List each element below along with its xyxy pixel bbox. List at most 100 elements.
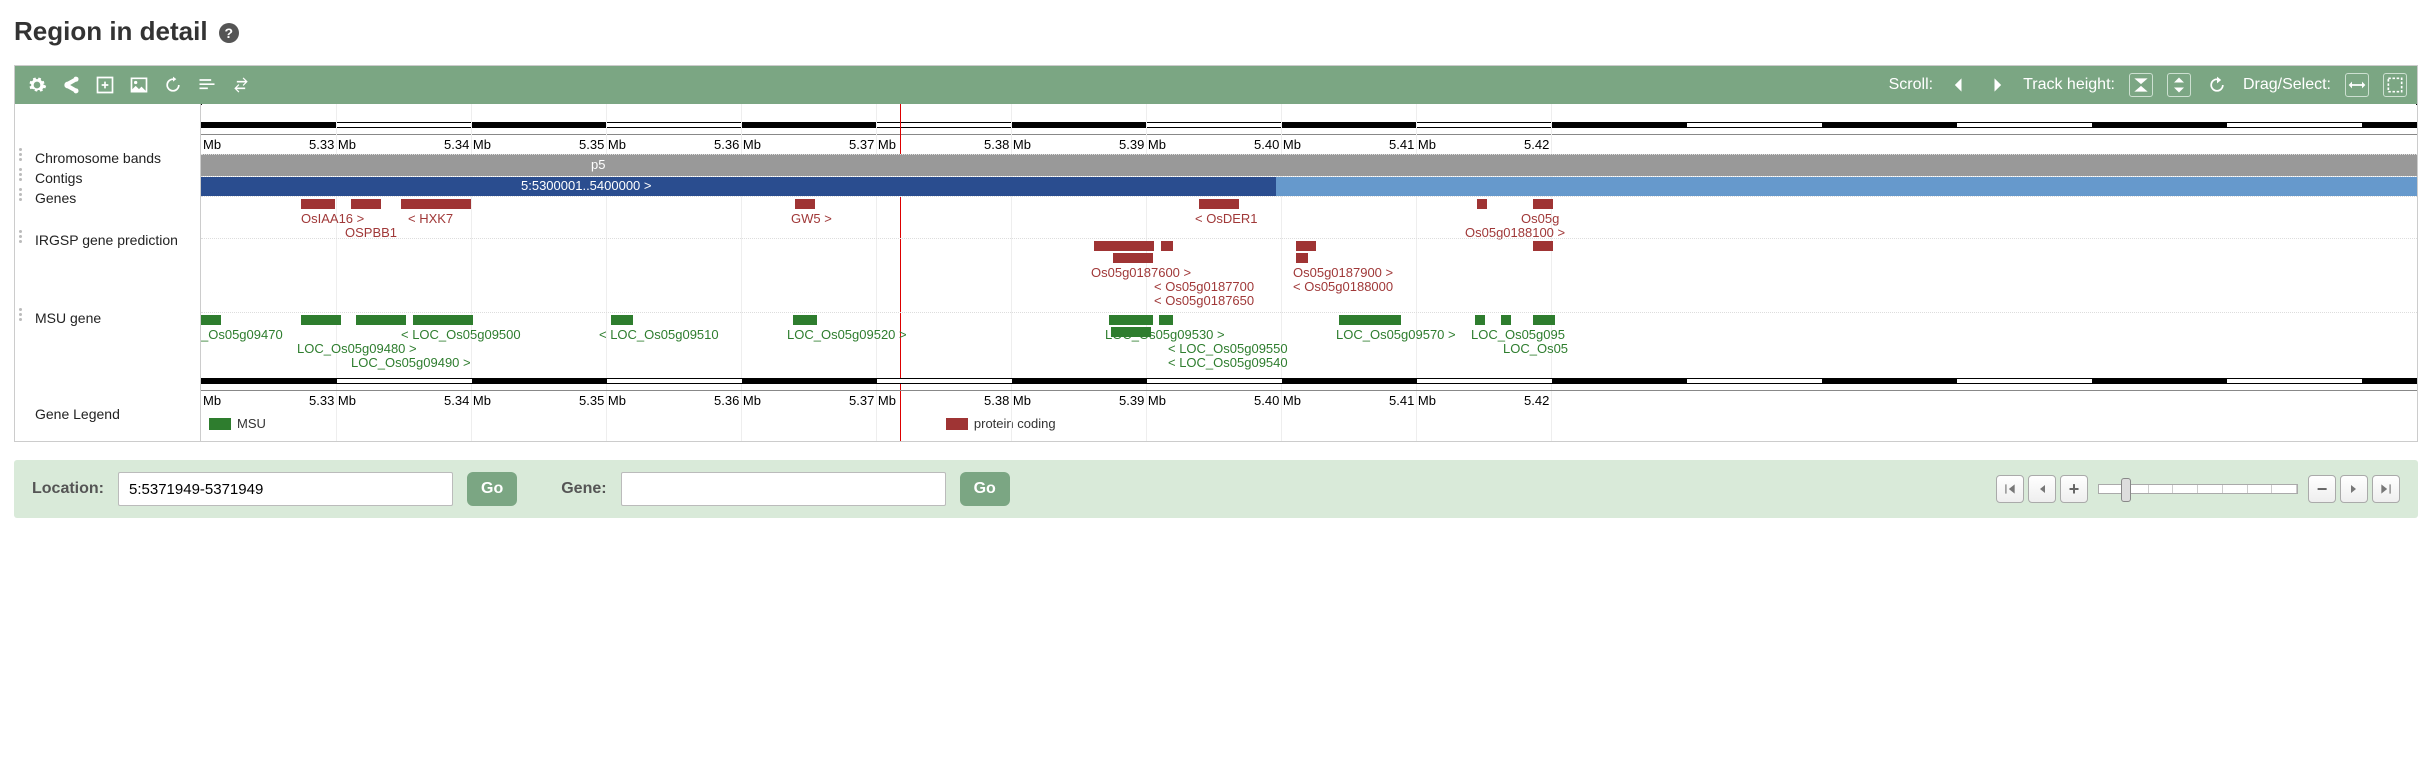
gene-feature[interactable]	[1533, 241, 1553, 251]
gene-feature[interactable]	[1501, 315, 1511, 325]
zoom-out-icon[interactable]: −	[2308, 475, 2336, 503]
collapse-tracks-icon[interactable]	[2129, 73, 2153, 97]
nav-prev-icon[interactable]	[2028, 475, 2056, 503]
tick-label: Mb	[203, 393, 221, 408]
select-mode-icon[interactable]	[2383, 73, 2407, 97]
gene-label: < OsDER1	[1195, 211, 1258, 226]
gene-input[interactable]	[621, 472, 946, 506]
legend-swatch-protein	[946, 418, 968, 430]
track-label-chromosome-bands[interactable]: Chromosome bands	[15, 148, 200, 168]
track-label-irgsp[interactable]: IRGSP gene prediction	[15, 230, 200, 250]
gene-legend: MSU protein coding	[201, 410, 2417, 441]
tick-label: 5.33 Mb	[309, 393, 356, 408]
tick-label: 5.42	[1524, 393, 1549, 408]
track-labels: Chromosome bands Contigs Genes IRGSP gen…	[15, 104, 201, 441]
tick-label: 5.40 Mb	[1254, 393, 1301, 408]
region-panel: Scroll: Track height: Drag/Select: Chrom…	[14, 65, 2418, 442]
track-label-msu[interactable]: MSU gene	[15, 308, 200, 328]
gene-feature[interactable]	[351, 199, 381, 209]
gene-feature[interactable]	[1161, 241, 1173, 251]
track-height-label: Track height:	[2023, 76, 2115, 94]
track-label-legend: Gene Legend	[15, 404, 200, 424]
gene-feature[interactable]	[1533, 315, 1555, 325]
location-label: Location:	[32, 480, 104, 498]
resize-icon[interactable]	[93, 73, 117, 97]
gene-label: Os05g0187600 >	[1091, 265, 1191, 280]
expand-tracks-icon[interactable]	[2167, 73, 2191, 97]
gene-label: < HXK7	[408, 211, 453, 226]
reorder-tracks-icon[interactable]	[195, 73, 219, 97]
gene-label: LOC_Os05g09570 >	[1336, 327, 1456, 342]
tick-label: 5.42	[1524, 137, 1549, 152]
tick-label: 5.37 Mb	[849, 393, 896, 408]
gene-feature[interactable]	[1339, 315, 1401, 325]
gene-feature[interactable]	[1475, 315, 1485, 325]
zoom-slider-handle[interactable]	[2121, 478, 2131, 502]
tick-label: Mb	[203, 137, 221, 152]
nav-controls: + −	[1996, 475, 2400, 503]
zoom-in-icon[interactable]: +	[2060, 475, 2088, 503]
track-label-genes[interactable]: Genes	[15, 188, 200, 208]
reset-config-icon[interactable]	[161, 73, 185, 97]
help-icon[interactable]: ?	[219, 23, 239, 43]
gene-feature[interactable]	[1113, 253, 1153, 263]
gene-feature[interactable]	[1296, 253, 1308, 263]
gene-label: LOC_Os05g09530 >	[1105, 327, 1225, 342]
gene-feature[interactable]	[413, 315, 473, 325]
gene-feature[interactable]	[356, 315, 406, 325]
gene-label: GW5 >	[791, 211, 832, 226]
gene-feature[interactable]	[611, 315, 633, 325]
gene-feature[interactable]	[201, 315, 221, 325]
reset-height-icon[interactable]	[2205, 73, 2229, 97]
track-genes[interactable]: OsIAA16 > < HXK7 OSPBB1 GW5 > < OsDER1 O…	[201, 196, 2417, 238]
gene-label: LOC_Os05g09480 >	[297, 341, 417, 356]
track-chromosome-bands[interactable]: p5	[201, 154, 2417, 176]
gene-feature[interactable]	[795, 199, 815, 209]
gene-feature[interactable]	[1477, 199, 1487, 209]
drag-mode-icon[interactable]	[2345, 73, 2369, 97]
share-icon[interactable]	[59, 73, 83, 97]
location-input[interactable]	[118, 472, 453, 506]
gene-label: < LOC_Os05g09500	[401, 327, 521, 342]
gene-label: < Os05g0187650	[1154, 293, 1254, 308]
tick-label: 5.41 Mb	[1389, 393, 1436, 408]
gene-feature[interactable]	[301, 315, 341, 325]
nav-first-icon[interactable]	[1996, 475, 2024, 503]
gene-label: Os05g0187900 >	[1293, 265, 1393, 280]
zoom-slider[interactable]	[2098, 484, 2298, 494]
gene-label: LOC_Os05	[1503, 341, 1568, 356]
gene-feature[interactable]	[793, 315, 817, 325]
track-contigs[interactable]: 5:5300001..5400000 >	[201, 176, 2417, 196]
gene-feature[interactable]	[1199, 199, 1239, 209]
gene-label: OsIAA16 >	[301, 211, 364, 226]
browser-body: Chromosome bands Contigs Genes IRGSP gen…	[15, 104, 2417, 441]
plot-area[interactable]: 100.00 kb Forward strand Mb 5.33 Mb 5.34…	[201, 104, 2417, 441]
track-irgsp[interactable]: Os05g0187600 > < Os05g0187700 < Os05g018…	[201, 238, 2417, 312]
gene-label: < LOC_Os05g09550	[1168, 341, 1288, 356]
drag-select-label: Drag/Select:	[2243, 76, 2331, 94]
gene-feature[interactable]	[1159, 315, 1173, 325]
swap-icon[interactable]	[229, 73, 253, 97]
gene-feature[interactable]	[1296, 241, 1316, 251]
gene-label: < LOC_Os05g09510	[599, 327, 719, 342]
export-image-icon[interactable]	[127, 73, 151, 97]
band-name: p5	[591, 157, 605, 172]
gene-feature[interactable]	[1094, 241, 1154, 251]
track-msu[interactable]: _Os05g09470 LOC_Os05g09480 > < LOC_Os05g…	[201, 312, 2417, 378]
scroll-left-icon[interactable]	[1947, 73, 1971, 97]
track-label-contigs[interactable]: Contigs	[15, 168, 200, 188]
gene-feature[interactable]	[401, 199, 471, 209]
gene-feature[interactable]	[1533, 199, 1553, 209]
gene-label: < Os05g0187700	[1154, 279, 1254, 294]
nav-next-icon[interactable]	[2340, 475, 2368, 503]
scroll-right-icon[interactable]	[1985, 73, 2009, 97]
tick-label: 5.35 Mb	[579, 137, 626, 152]
nav-last-icon[interactable]	[2372, 475, 2400, 503]
tick-label: 5.41 Mb	[1389, 137, 1436, 152]
gene-feature[interactable]	[301, 199, 335, 209]
location-go-button[interactable]: Go	[467, 472, 517, 506]
tick-label: 5.35 Mb	[579, 393, 626, 408]
gene-feature[interactable]	[1109, 315, 1153, 325]
gene-go-button[interactable]: Go	[960, 472, 1010, 506]
configure-icon[interactable]	[25, 73, 49, 97]
